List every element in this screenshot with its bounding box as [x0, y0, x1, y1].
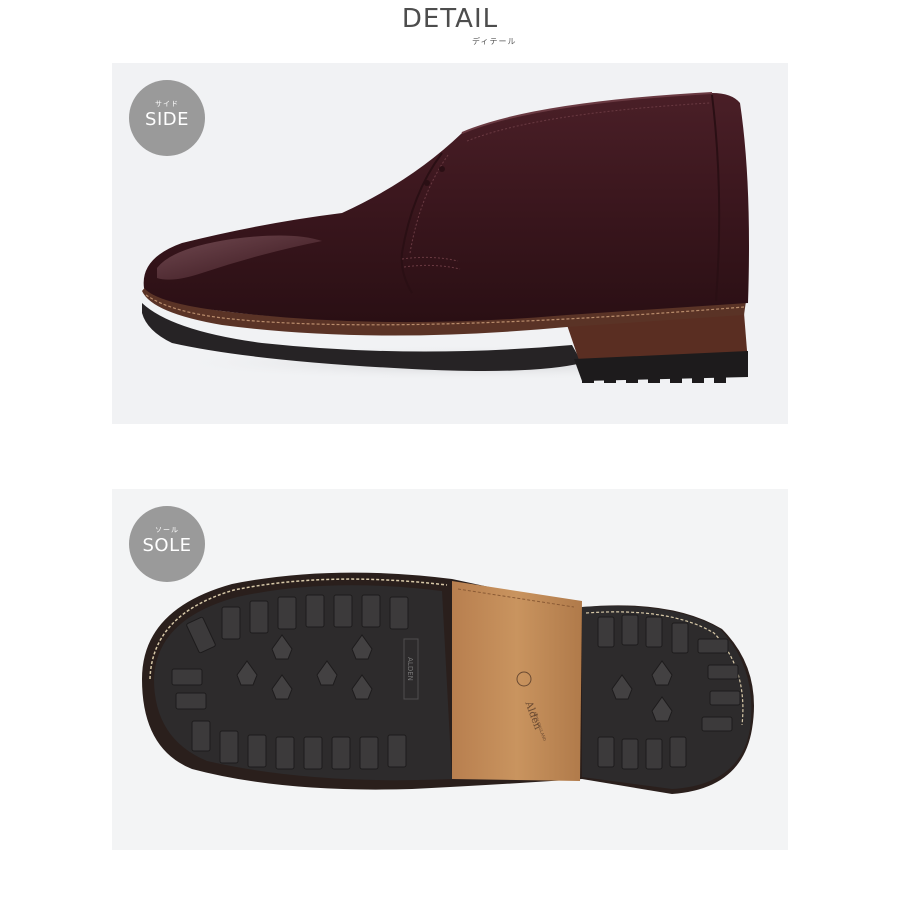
side-badge-kana: サイド — [155, 100, 179, 108]
side-view-panel: サイド SIDE — [112, 63, 788, 424]
detail-header: DETAIL ディテール — [0, 0, 900, 56]
sole-view-panel: ALDEN Alden NEW ENGLAND ソール SOLE — [112, 489, 788, 850]
sole-badge-kana: ソール — [155, 526, 179, 534]
sole-small-stamp: ALDEN — [406, 657, 414, 681]
page-title: DETAIL — [401, 4, 499, 34]
page-subtitle: ディテール — [472, 37, 517, 46]
side-badge: サイド SIDE — [129, 80, 205, 156]
side-badge-label: SIDE — [145, 109, 189, 130]
boot-sole-image: ALDEN Alden NEW ENGLAND — [142, 572, 754, 794]
sole-badge-label: SOLE — [142, 535, 192, 556]
boot-side-image — [142, 92, 772, 383]
sole-badge: ソール SOLE — [129, 506, 205, 582]
